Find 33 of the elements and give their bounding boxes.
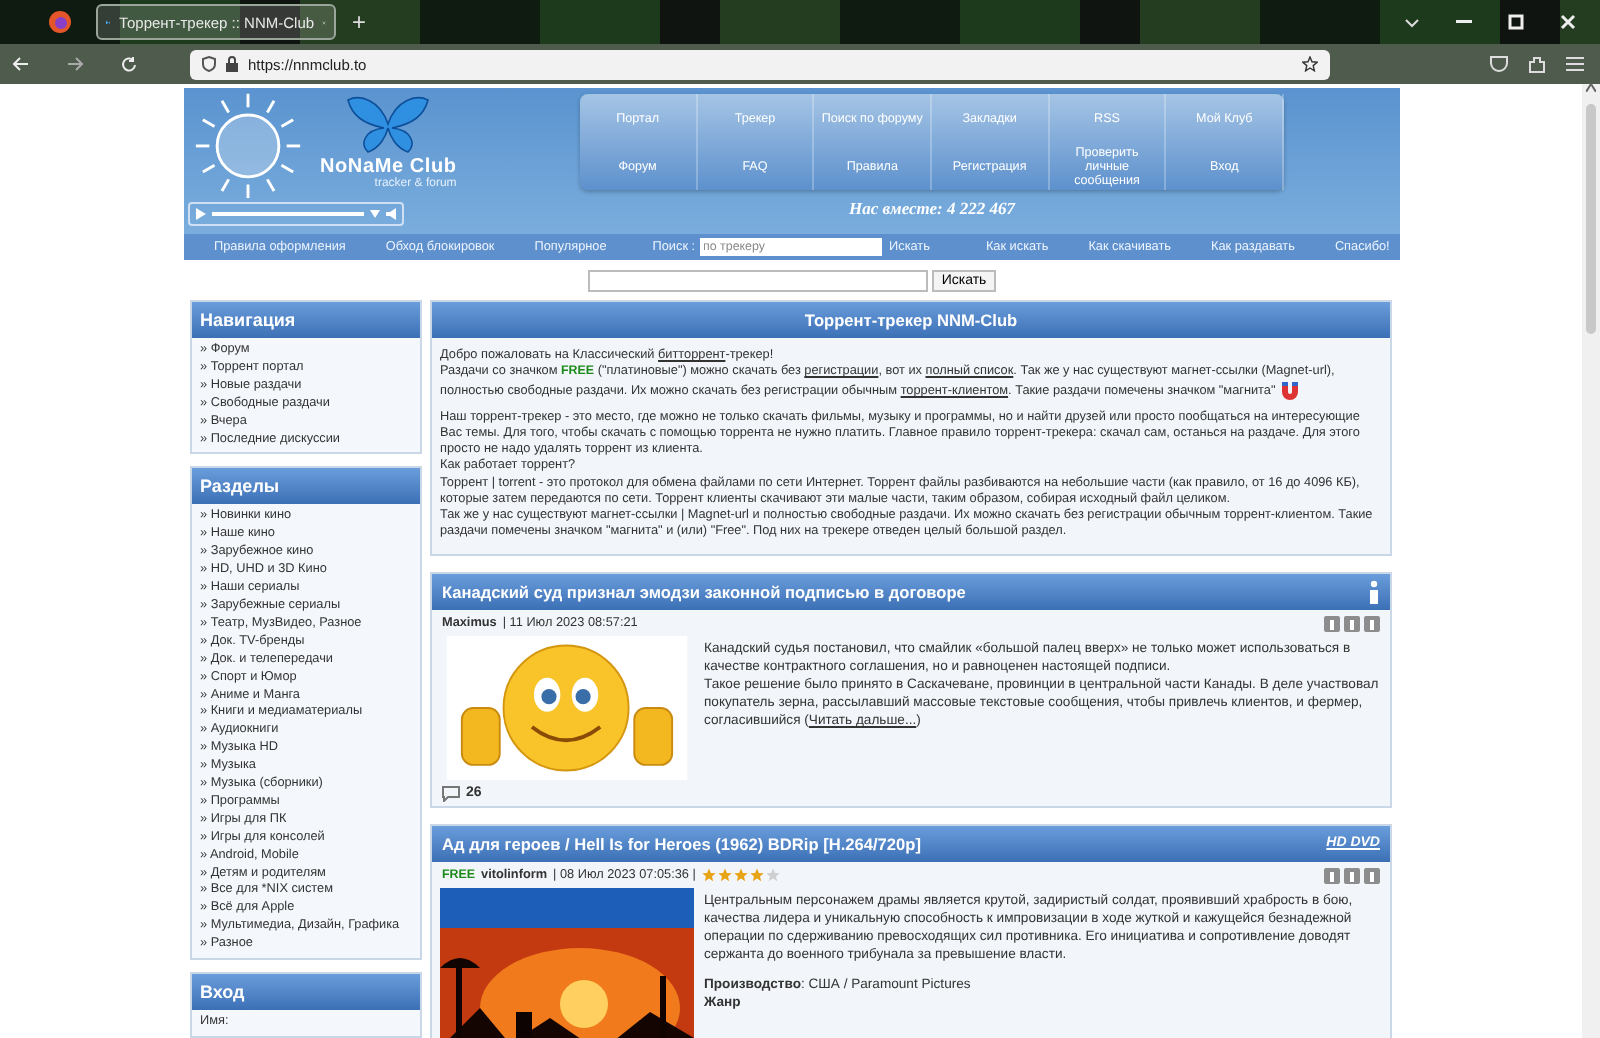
magnet-icon [1279, 380, 1300, 403]
maximize-icon[interactable] [1508, 14, 1524, 30]
forward-icon[interactable] [66, 56, 84, 72]
panel-title: Вход [192, 974, 420, 1011]
shield-icon [202, 56, 216, 72]
menu-icon[interactable] [1566, 55, 1584, 71]
minimize-icon[interactable] [1456, 20, 1472, 24]
scroll-up-icon[interactable] [1586, 84, 1596, 92]
search-field[interactable] [587, 269, 928, 291]
back-icon[interactable] [12, 56, 30, 72]
chevron-down-icon[interactable] [1404, 17, 1420, 27]
dropdown-icon[interactable] [370, 210, 380, 218]
info-icon [1368, 579, 1380, 604]
reload-icon[interactable] [120, 55, 138, 73]
news-title-bar[interactable]: Канадский суд признал эмодзи законной подписью в договоре [432, 573, 1390, 610]
new-tab-button[interactable]: + [352, 8, 367, 36]
members-count: Нас вместе: 4 222 467 [848, 198, 1016, 218]
lock-icon [226, 56, 238, 72]
logo-title: NoNaMe Club [320, 156, 457, 178]
butterfly-logo-icon [344, 96, 433, 156]
scrollbar[interactable] [1582, 84, 1600, 1038]
close-icon[interactable] [1560, 14, 1576, 30]
star-icon[interactable] [1302, 56, 1318, 72]
panel-title: Разделы [192, 468, 420, 505]
panel-title: Торрент-трекер NNM-Club [432, 302, 1390, 338]
play-icon[interactable] [196, 208, 206, 220]
browser-logo-icon [48, 10, 72, 34]
comment-icon[interactable] [442, 785, 460, 802]
panel-title: Навигация [192, 302, 420, 338]
pocket-icon[interactable] [1490, 55, 1508, 71]
extensions-icon[interactable] [1528, 55, 1546, 73]
audio-player[interactable] [188, 202, 404, 226]
volume-icon[interactable] [386, 208, 396, 220]
